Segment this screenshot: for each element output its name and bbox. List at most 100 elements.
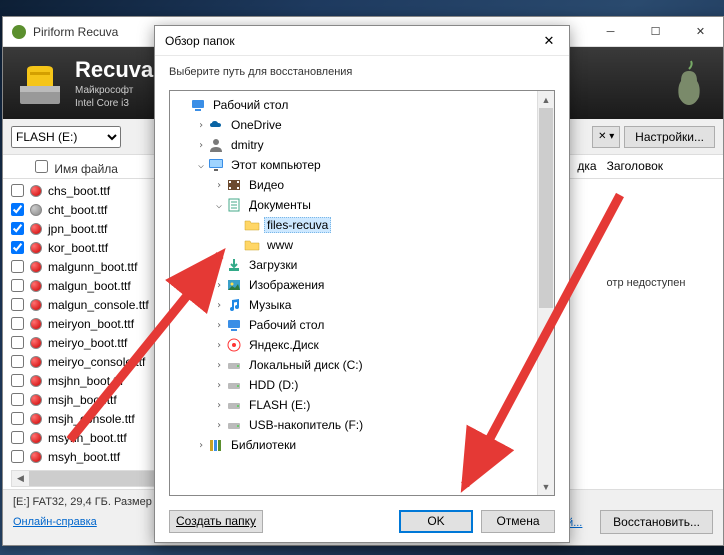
drive-select[interactable]: FLASH (E:) bbox=[11, 126, 121, 148]
file-checkbox[interactable] bbox=[11, 336, 24, 349]
tree-node[interactable]: ›OneDrive bbox=[172, 115, 552, 135]
yadisk-icon bbox=[226, 337, 242, 353]
libs-icon bbox=[208, 437, 224, 453]
tree-scroll-thumb[interactable] bbox=[539, 108, 553, 308]
file-checkbox[interactable] bbox=[11, 355, 24, 368]
tree-label: FLASH (E:) bbox=[246, 397, 313, 413]
col-name[interactable]: Имя файла bbox=[54, 162, 118, 176]
expand-icon[interactable]: › bbox=[194, 140, 208, 151]
close-dropdown-icon[interactable]: ✕ ▾ bbox=[592, 126, 620, 148]
scroll-down-icon[interactable]: ▼ bbox=[538, 478, 554, 495]
piriform-pear-icon bbox=[669, 57, 709, 107]
status-dot-icon bbox=[30, 204, 42, 216]
tree-node[interactable]: www bbox=[172, 235, 552, 255]
status-dot-icon bbox=[30, 280, 42, 292]
tree-node[interactable]: › Библиотеки bbox=[172, 435, 552, 455]
scroll-left-icon[interactable]: ◀ bbox=[12, 471, 29, 486]
expand-icon[interactable]: › bbox=[212, 320, 226, 331]
status-dot-icon bbox=[30, 394, 42, 406]
tree-vertical-scrollbar[interactable]: ▲ ▼ bbox=[537, 91, 554, 495]
dialog-titlebar: Обзор папок ✕ bbox=[155, 26, 569, 56]
file-name: cht_boot.ttf bbox=[48, 203, 107, 217]
tree-node[interactable]: files-recuva bbox=[172, 215, 552, 235]
col-header-3[interactable]: Заголовок bbox=[607, 159, 663, 173]
expand-icon[interactable]: › bbox=[194, 120, 208, 131]
status-dot-icon bbox=[30, 413, 42, 425]
dialog-footer: Создать папку OK Отмена bbox=[155, 500, 569, 542]
tree-node[interactable]: ›Яндекс.Диск bbox=[172, 335, 552, 355]
expand-icon[interactable]: ⌵ bbox=[212, 200, 226, 211]
expand-icon[interactable]: › bbox=[212, 300, 226, 311]
file-name: meiryo_boot.ttf bbox=[48, 336, 127, 350]
file-checkbox[interactable] bbox=[11, 431, 24, 444]
tree-label: USB-накопитель (F:) bbox=[246, 417, 366, 433]
tree-node[interactable]: Рабочий стол bbox=[172, 95, 552, 115]
tree-node[interactable]: ›dmitry bbox=[172, 135, 552, 155]
header-app-name: Recuva bbox=[75, 57, 153, 83]
tree-node[interactable]: › Загрузки bbox=[172, 255, 552, 275]
file-checkbox[interactable] bbox=[11, 393, 24, 406]
tree-node[interactable]: ⌵Документы bbox=[172, 195, 552, 215]
file-checkbox[interactable] bbox=[11, 260, 24, 273]
tree-node[interactable]: ›Рабочий стол bbox=[172, 315, 552, 335]
tree-node[interactable]: ›Видео bbox=[172, 175, 552, 195]
dialog-close-button[interactable]: ✕ bbox=[529, 27, 569, 55]
file-checkbox[interactable] bbox=[11, 317, 24, 330]
tree-node[interactable]: ›Музыка bbox=[172, 295, 552, 315]
expand-icon[interactable]: › bbox=[194, 440, 208, 451]
images-icon bbox=[226, 277, 242, 293]
scroll-up-icon[interactable]: ▲ bbox=[538, 91, 554, 108]
file-checkbox[interactable] bbox=[11, 279, 24, 292]
minimize-button[interactable]: ─ bbox=[588, 17, 633, 47]
desktop2-icon bbox=[226, 317, 242, 333]
browse-folders-dialog: Обзор папок ✕ Выберите путь для восстано… bbox=[154, 25, 570, 543]
preview-unavailable-text: отр недоступен bbox=[581, 277, 711, 289]
header-sys-line2: Intel Core i3 bbox=[75, 98, 153, 109]
expand-icon[interactable]: › bbox=[212, 260, 226, 271]
tree-node[interactable]: ›Изображения bbox=[172, 275, 552, 295]
folder-icon bbox=[244, 217, 260, 233]
expand-icon[interactable]: › bbox=[212, 420, 226, 431]
file-name: meiryon_boot.ttf bbox=[48, 317, 134, 331]
folder-icon bbox=[244, 237, 260, 253]
tree-node[interactable]: ›HDD (D:) bbox=[172, 375, 552, 395]
settings-button[interactable]: Настройки... bbox=[624, 126, 715, 148]
tree-label: Библиотеки bbox=[228, 437, 299, 453]
file-checkbox[interactable] bbox=[11, 184, 24, 197]
file-checkbox[interactable] bbox=[11, 241, 24, 254]
header-sys-line1: Майкрософт bbox=[75, 85, 153, 96]
expand-icon[interactable]: › bbox=[212, 360, 226, 371]
expand-icon[interactable]: › bbox=[212, 400, 226, 411]
file-checkbox[interactable] bbox=[11, 222, 24, 235]
help-link[interactable]: Онлайн-справка bbox=[13, 516, 97, 528]
status-dot-icon bbox=[30, 261, 42, 273]
maximize-button[interactable]: ☐ bbox=[633, 17, 678, 47]
tree-node[interactable]: › FLASH (E:) bbox=[172, 395, 552, 415]
file-checkbox[interactable] bbox=[11, 374, 24, 387]
tree-label: Рабочий стол bbox=[210, 97, 291, 113]
file-name: malgun_boot.ttf bbox=[48, 279, 131, 293]
tree-node[interactable]: ›Локальный диск (C:) bbox=[172, 355, 552, 375]
tree-node[interactable]: › USB-накопитель (F:) bbox=[172, 415, 552, 435]
expand-icon[interactable]: ⌵ bbox=[194, 160, 208, 171]
expand-icon[interactable]: › bbox=[212, 340, 226, 351]
tree-label: Загрузки bbox=[246, 257, 300, 273]
expand-icon[interactable]: › bbox=[212, 380, 226, 391]
folder-tree[interactable]: Рабочий стол ›OneDrive›dmitry⌵Этот компью… bbox=[170, 91, 554, 459]
user-icon bbox=[208, 137, 224, 153]
expand-icon[interactable]: › bbox=[212, 280, 226, 291]
file-checkbox[interactable] bbox=[11, 203, 24, 216]
close-button[interactable]: ✕ bbox=[678, 17, 723, 47]
restore-button[interactable]: Восстановить... bbox=[600, 510, 713, 534]
cancel-button[interactable]: Отмена bbox=[481, 510, 555, 533]
file-checkbox[interactable] bbox=[11, 298, 24, 311]
tree-node[interactable]: ⌵Этот компьютер bbox=[172, 155, 552, 175]
select-all-checkbox[interactable] bbox=[35, 160, 48, 173]
file-checkbox[interactable] bbox=[11, 450, 24, 463]
file-checkbox[interactable] bbox=[11, 412, 24, 425]
ok-button[interactable]: OK bbox=[399, 510, 473, 533]
drive-icon bbox=[226, 377, 242, 393]
new-folder-button[interactable]: Создать папку bbox=[169, 510, 263, 533]
col-header-2[interactable]: дка bbox=[577, 159, 596, 173]
expand-icon[interactable]: › bbox=[212, 180, 226, 191]
